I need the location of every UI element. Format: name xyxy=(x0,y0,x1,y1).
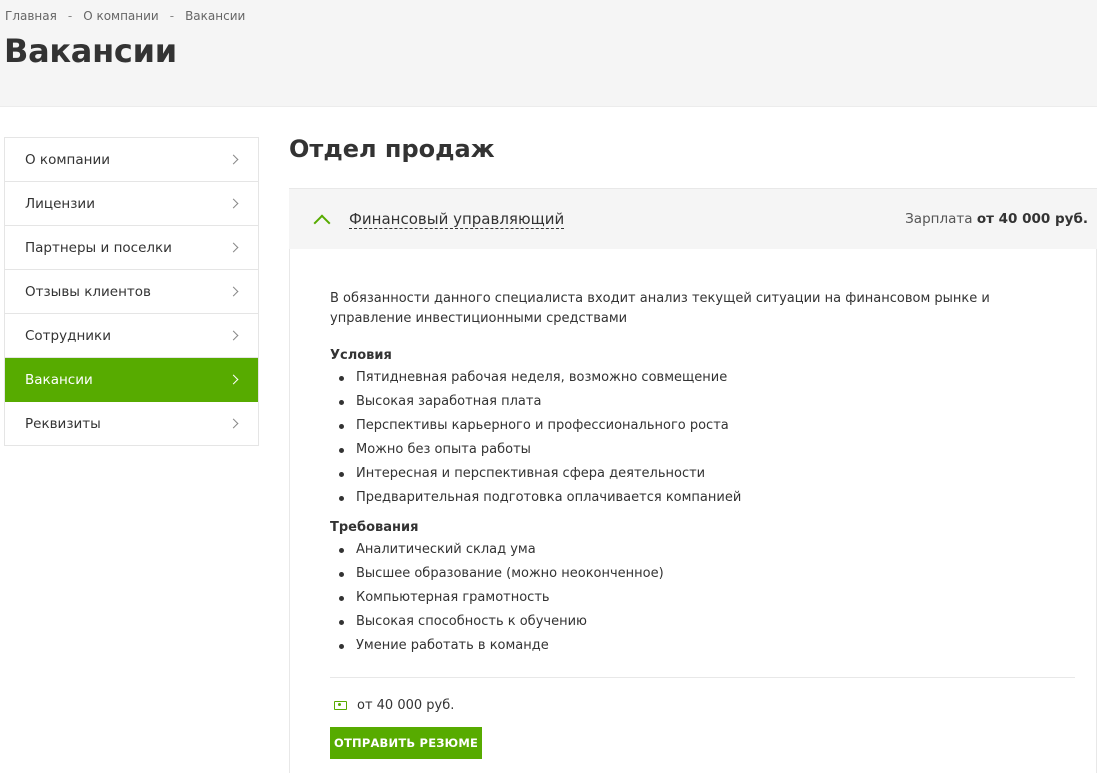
sidebar-item-licenses[interactable]: Лицензии xyxy=(5,182,258,226)
footer-salary-value: от 40 000 руб. xyxy=(357,698,455,713)
sidebar-item-label: Лицензии xyxy=(25,195,95,212)
requirements-title: Требования xyxy=(330,520,419,535)
sidebar-item-vacancies[interactable]: Вакансии xyxy=(5,358,258,402)
salary-label: Зарплата xyxy=(905,211,973,227)
chevron-right-icon xyxy=(228,286,239,297)
sidebar-menu: О компании Лицензии Партнеры и поселки О… xyxy=(4,137,259,446)
list-item: Аналитический склад ума xyxy=(330,538,1073,562)
vacancy-details: В обязанности данного специалиста входит… xyxy=(289,249,1097,773)
sidebar-item-label: Партнеры и поселки xyxy=(25,239,172,256)
vacancy-salary: Зарплата от 40 000 руб. xyxy=(905,211,1088,227)
section-title: Отдел продаж xyxy=(289,135,495,163)
sidebar-item-label: Вакансии xyxy=(25,371,93,388)
list-item: Предварительная подготовка оплачивается … xyxy=(330,486,1073,510)
chevron-right-icon xyxy=(228,198,239,209)
list-item: Перспективы карьерного и профессионально… xyxy=(330,414,1073,438)
page-title: Вакансии xyxy=(4,32,177,70)
vacancy-description: В обязанности данного специалиста входит… xyxy=(330,291,990,326)
breadcrumb-current: Вакансии xyxy=(185,9,246,23)
breadcrumb-separator: - xyxy=(169,9,175,23)
list-item: Можно без опыта работы xyxy=(330,438,1073,462)
list-item: Высшее образование (можно неоконченное) xyxy=(330,562,1073,586)
page-header: Главная - О компании - Вакансии Вакансии xyxy=(0,0,1097,107)
sidebar-item-about[interactable]: О компании xyxy=(5,138,258,182)
breadcrumb-home[interactable]: Главная xyxy=(5,9,57,23)
chevron-right-icon xyxy=(228,418,239,429)
money-icon xyxy=(334,701,347,710)
breadcrumb-about[interactable]: О компании xyxy=(83,9,159,23)
sidebar-item-staff[interactable]: Сотрудники xyxy=(5,314,258,358)
requirements-list: Аналитический склад ума Высшее образован… xyxy=(330,538,1073,658)
sidebar-item-label: Реквизиты xyxy=(25,415,101,432)
list-item: Высокая заработная плата xyxy=(330,390,1073,414)
chevron-right-icon xyxy=(228,374,239,385)
list-item: Высокая способность к обучению xyxy=(330,610,1073,634)
sidebar-item-label: О компании xyxy=(25,151,110,168)
chevron-right-icon xyxy=(228,242,239,253)
footer-salary: от 40 000 руб. xyxy=(330,698,1073,713)
sidebar-item-label: Отзывы клиентов xyxy=(25,283,152,300)
chevron-right-icon xyxy=(228,154,239,165)
sidebar-item-requisites[interactable]: Реквизиты xyxy=(5,402,258,445)
breadcrumb-separator: - xyxy=(67,9,73,23)
salary-value: от 40 000 руб. xyxy=(976,211,1088,227)
conditions-list: Пятидневная рабочая неделя, возможно сов… xyxy=(330,366,1073,510)
chevron-right-icon xyxy=(228,330,239,341)
send-resume-button[interactable]: Отправить резюме xyxy=(330,727,482,759)
list-item: Компьютерная грамотность xyxy=(330,586,1073,610)
sidebar-item-partners[interactable]: Партнеры и поселки xyxy=(5,226,258,270)
breadcrumb: Главная - О компании - Вакансии xyxy=(5,9,245,23)
conditions-title: Условия xyxy=(330,348,392,363)
vacancy-header[interactable]: Финансовый управляющий Зарплата от 40 00… xyxy=(289,188,1097,249)
chevron-up-icon[interactable] xyxy=(314,212,328,226)
list-item: Пятидневная рабочая неделя, возможно сов… xyxy=(330,366,1073,390)
sidebar-item-label: Сотрудники xyxy=(25,327,111,344)
list-item: Интересная и перспективная сфера деятель… xyxy=(330,462,1073,486)
list-item: Умение работать в команде xyxy=(330,634,1073,658)
sidebar-item-reviews[interactable]: Отзывы клиентов xyxy=(5,270,258,314)
vacancy-title[interactable]: Финансовый управляющий xyxy=(349,210,565,229)
divider xyxy=(330,677,1075,678)
main-content: Отдел продаж Финансовый управляющий Зарп… xyxy=(289,131,1097,773)
